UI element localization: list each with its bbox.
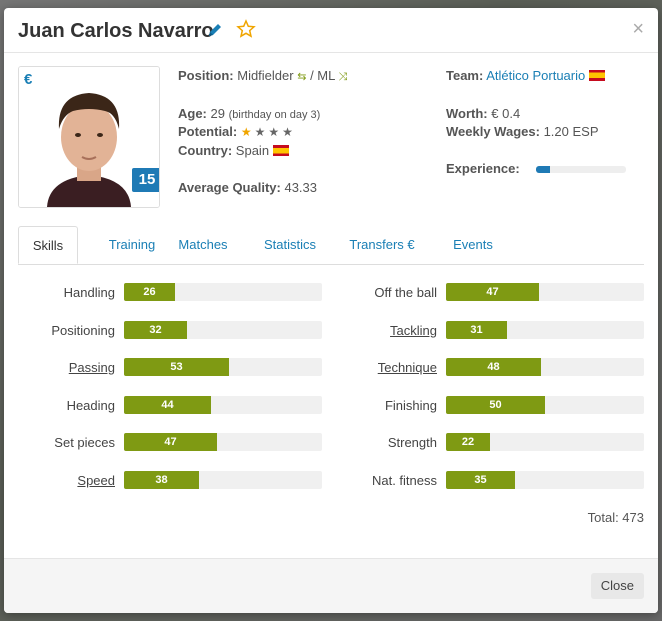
skill-label: Finishing: [384, 398, 437, 413]
potential-star-icon: ★: [254, 125, 266, 139]
skill-label: Off the ball: [374, 285, 437, 300]
average-quality-value: 43.33: [284, 180, 318, 195]
skill-bar: 32: [124, 321, 322, 339]
close-icon[interactable]: ×: [632, 19, 644, 39]
position-label: Position:: [178, 68, 234, 83]
skill-bar: 47: [446, 283, 644, 301]
skill-value: 47: [446, 283, 539, 301]
tab-matches[interactable]: Matches: [168, 226, 238, 264]
country-label: Country:: [178, 143, 233, 158]
skill-label[interactable]: Tackling: [327, 323, 437, 338]
skill-bar: 35: [446, 471, 644, 489]
player-modal: Juan Carlos Navarro × € 15 Position: Mid…: [4, 8, 658, 613]
skill-value: 50: [446, 396, 545, 414]
potential-star-icon: ★: [282, 125, 293, 139]
age-row: Age: 29 (birthday on day 3): [178, 106, 320, 121]
country-row: Country: Spain: [178, 143, 289, 158]
skill-value: 35: [446, 471, 515, 489]
total-skills: Total: 473: [587, 510, 644, 525]
skill-value: 22: [446, 433, 490, 451]
swap-icon: ⇆: [297, 71, 307, 83]
spain-flag-icon: [588, 70, 605, 81]
potential-star-icon: ★: [268, 125, 280, 139]
shuffle-icon: ⤨: [338, 71, 348, 83]
skill-value: 31: [446, 321, 507, 339]
edit-pencil-icon[interactable]: [206, 21, 224, 44]
worth-label: Worth:: [446, 106, 488, 121]
birthday-note: (birthday on day 3): [228, 109, 321, 121]
potential-label: Potential:: [178, 124, 238, 139]
skill-label: Handling: [63, 285, 115, 300]
age-value: 29: [210, 106, 225, 121]
skill-bar: 50: [446, 396, 644, 414]
experience-bar: [536, 166, 626, 173]
skill-bar: 38: [124, 471, 322, 489]
wages-value: 1.20 ESP: [543, 124, 599, 139]
position-alt: / ML: [310, 68, 335, 83]
close-button[interactable]: Close: [590, 573, 644, 599]
experience-bar-fill: [536, 166, 550, 173]
player-name-title: Juan Carlos Navarro: [18, 20, 214, 42]
shirt-number-badge: 15: [132, 168, 159, 192]
average-quality-label: Average Quality:: [178, 180, 281, 195]
skill-value: 53: [124, 358, 229, 376]
potential-star-icon: ★: [240, 125, 252, 139]
skill-value: 26: [124, 283, 175, 301]
skill-label: Set pieces: [54, 435, 115, 450]
potential-stars: ★ ★ ★ ★: [241, 124, 296, 139]
favorite-star-icon[interactable]: [236, 19, 256, 44]
skill-label[interactable]: Passing: [5, 360, 115, 375]
position-value: Midfielder: [237, 68, 294, 83]
skill-label: Heading: [66, 398, 115, 413]
modal-footer: Close: [4, 558, 658, 613]
worth-value: € 0.4: [491, 106, 521, 121]
team-link[interactable]: Atlético Portuario: [486, 68, 585, 83]
skill-label[interactable]: Technique: [327, 360, 437, 375]
tab-statistics[interactable]: Statistics: [250, 226, 330, 264]
skill-label: Positioning: [51, 323, 115, 338]
age-label: Age:: [178, 106, 207, 121]
skill-bar: 48: [446, 358, 644, 376]
skill-bar: 22: [446, 433, 644, 451]
player-tabs: Skills Training Matches Statistics Trans…: [18, 226, 644, 265]
skill-value: 47: [124, 433, 217, 451]
skill-bar: 31: [446, 321, 644, 339]
position-row: Position: Midfielder ⇆ / ML ⤨: [178, 68, 347, 84]
country-value: Spain: [235, 143, 270, 158]
spain-flag-icon: [272, 145, 289, 156]
tab-training[interactable]: Training: [88, 226, 176, 264]
skill-bar: 26: [124, 283, 322, 301]
team-label: Team:: [446, 68, 484, 83]
team-row: Team: Atlético Portuario: [446, 68, 605, 83]
skill-bar: 44: [124, 396, 322, 414]
player-photo-card: € 15: [18, 66, 160, 208]
skill-value: 48: [446, 358, 541, 376]
potential-row: Potential: ★ ★ ★ ★: [178, 124, 296, 139]
wages-row: Weekly Wages: 1.20 ESP: [446, 124, 599, 139]
skill-bar: 53: [124, 358, 322, 376]
wages-label: Weekly Wages:: [446, 124, 540, 139]
skill-value: 38: [124, 471, 199, 489]
modal-header: Juan Carlos Navarro ×: [4, 8, 658, 53]
skill-value: 44: [124, 396, 211, 414]
skill-label: Strength: [387, 435, 437, 450]
experience-row: Experience:: [446, 161, 520, 176]
worth-row: Worth: € 0.4: [446, 106, 520, 121]
tab-transfers[interactable]: Transfers €: [338, 226, 426, 264]
euro-badge: €: [24, 71, 33, 88]
experience-label: Experience:: [446, 161, 520, 176]
skill-value: 32: [124, 321, 187, 339]
skill-label[interactable]: Speed: [5, 473, 115, 488]
skill-bar: 47: [124, 433, 322, 451]
skill-label: Nat. fitness: [371, 473, 437, 488]
tab-skills[interactable]: Skills: [18, 226, 78, 264]
average-quality-row: Average Quality: 43.33: [178, 180, 317, 195]
tab-events[interactable]: Events: [438, 226, 508, 264]
